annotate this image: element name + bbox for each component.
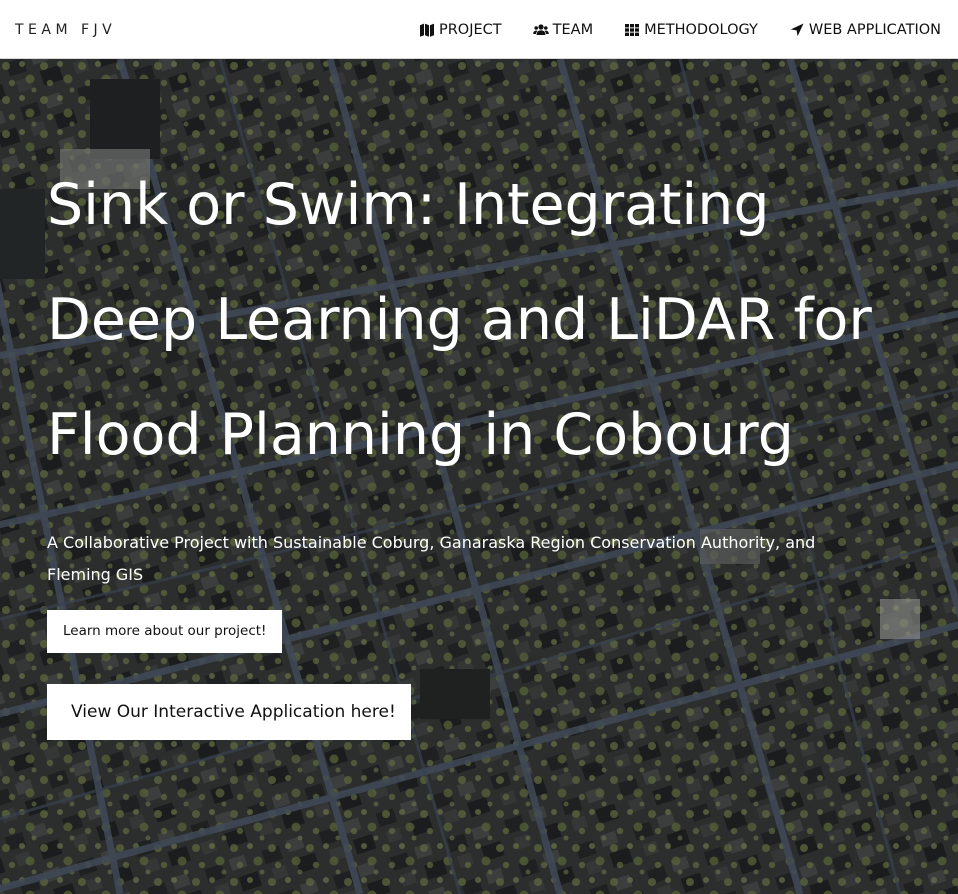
location-arrow-icon bbox=[789, 22, 805, 38]
page: TEAM FJV PROJECT TEAM METHODOLOGY WEB AP… bbox=[0, 0, 958, 894]
nav-links: PROJECT TEAM METHODOLOGY WEB APPLICATION bbox=[419, 18, 941, 42]
view-application-button[interactable]: View Our Interactive Application here! bbox=[47, 684, 411, 740]
navbar: TEAM FJV PROJECT TEAM METHODOLOGY WEB AP… bbox=[0, 0, 958, 59]
learn-more-button[interactable]: Learn more about our project! bbox=[47, 610, 283, 653]
nav-link-web-application[interactable]: WEB APPLICATION bbox=[789, 18, 941, 42]
nav-link-label: WEB APPLICATION bbox=[808, 22, 941, 38]
nav-link-label: TEAM bbox=[552, 22, 594, 38]
users-icon bbox=[532, 22, 549, 38]
map-icon bbox=[419, 22, 435, 38]
nav-link-label: PROJECT bbox=[438, 22, 502, 38]
hero-title: Sink or Swim: Integrating Deep Learning … bbox=[47, 172, 872, 468]
nav-link-team[interactable]: TEAM bbox=[532, 18, 594, 42]
brand-logo[interactable]: TEAM FJV bbox=[15, 20, 116, 40]
hero-content: Sink or Swim: Integrating Deep Learning … bbox=[47, 148, 937, 740]
grid-icon bbox=[624, 22, 640, 38]
nav-link-label: METHODOLOGY bbox=[644, 22, 758, 38]
nav-link-project[interactable]: PROJECT bbox=[419, 18, 502, 42]
hero-subtitle: A Collaborative Project with Sustainable… bbox=[47, 533, 816, 584]
nav-link-methodology[interactable]: METHODOLOGY bbox=[624, 18, 758, 42]
